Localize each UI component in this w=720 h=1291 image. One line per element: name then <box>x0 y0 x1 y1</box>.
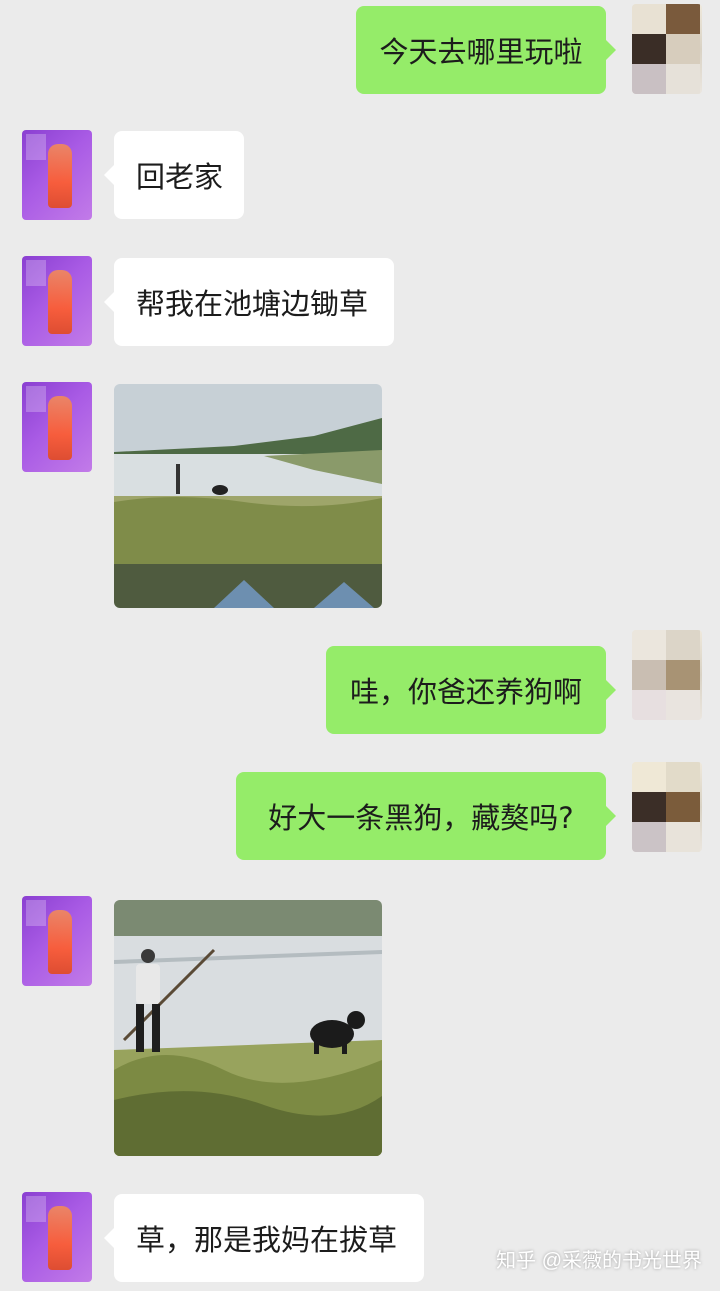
my-avatar[interactable] <box>632 630 702 720</box>
message-bubble-outgoing[interactable]: 哇，你爸还养狗啊 <box>326 646 616 734</box>
pond-scene-image[interactable] <box>114 384 382 608</box>
message-text: 帮我在池塘边锄草 <box>136 287 369 321</box>
watermark: 知乎 @采薇的书光世界 <box>496 1250 702 1272</box>
my-avatar[interactable] <box>632 762 702 852</box>
friend-avatar[interactable] <box>22 256 92 346</box>
my-avatar[interactable] <box>632 4 702 94</box>
message-bubble-incoming[interactable]: 帮我在池塘边锄草 <box>104 258 394 346</box>
message-bubble-incoming[interactable]: 草，那是我妈在拔草 <box>104 1194 424 1282</box>
message-text: 好大一条黑狗，藏獒吗? <box>268 801 574 835</box>
message-bubble-outgoing[interactable]: 好大一条黑狗，藏獒吗? <box>236 772 616 860</box>
message-bubble-outgoing[interactable]: 今天去哪里玩啦 <box>356 6 616 94</box>
chat-conversation: 今天去哪里玩啦 回老家 帮我在池塘边锄草 哇，你爸还养狗啊 好大一条黑狗，藏獒吗… <box>0 0 720 1291</box>
friend-avatar[interactable] <box>22 1192 92 1282</box>
person-and-dog-image[interactable] <box>114 900 382 1156</box>
message-text: 今天去哪里玩啦 <box>379 35 583 69</box>
person-dog-photo <box>114 900 382 1156</box>
message-bubble-incoming[interactable]: 回老家 <box>104 131 244 219</box>
message-text: 草，那是我妈在拔草 <box>136 1223 398 1257</box>
pond-photo <box>114 384 382 608</box>
message-text: 哇，你爸还养狗啊 <box>349 675 582 709</box>
friend-avatar[interactable] <box>22 896 92 986</box>
message-text: 回老家 <box>136 160 224 194</box>
friend-avatar[interactable] <box>22 130 92 220</box>
friend-avatar[interactable] <box>22 382 92 472</box>
